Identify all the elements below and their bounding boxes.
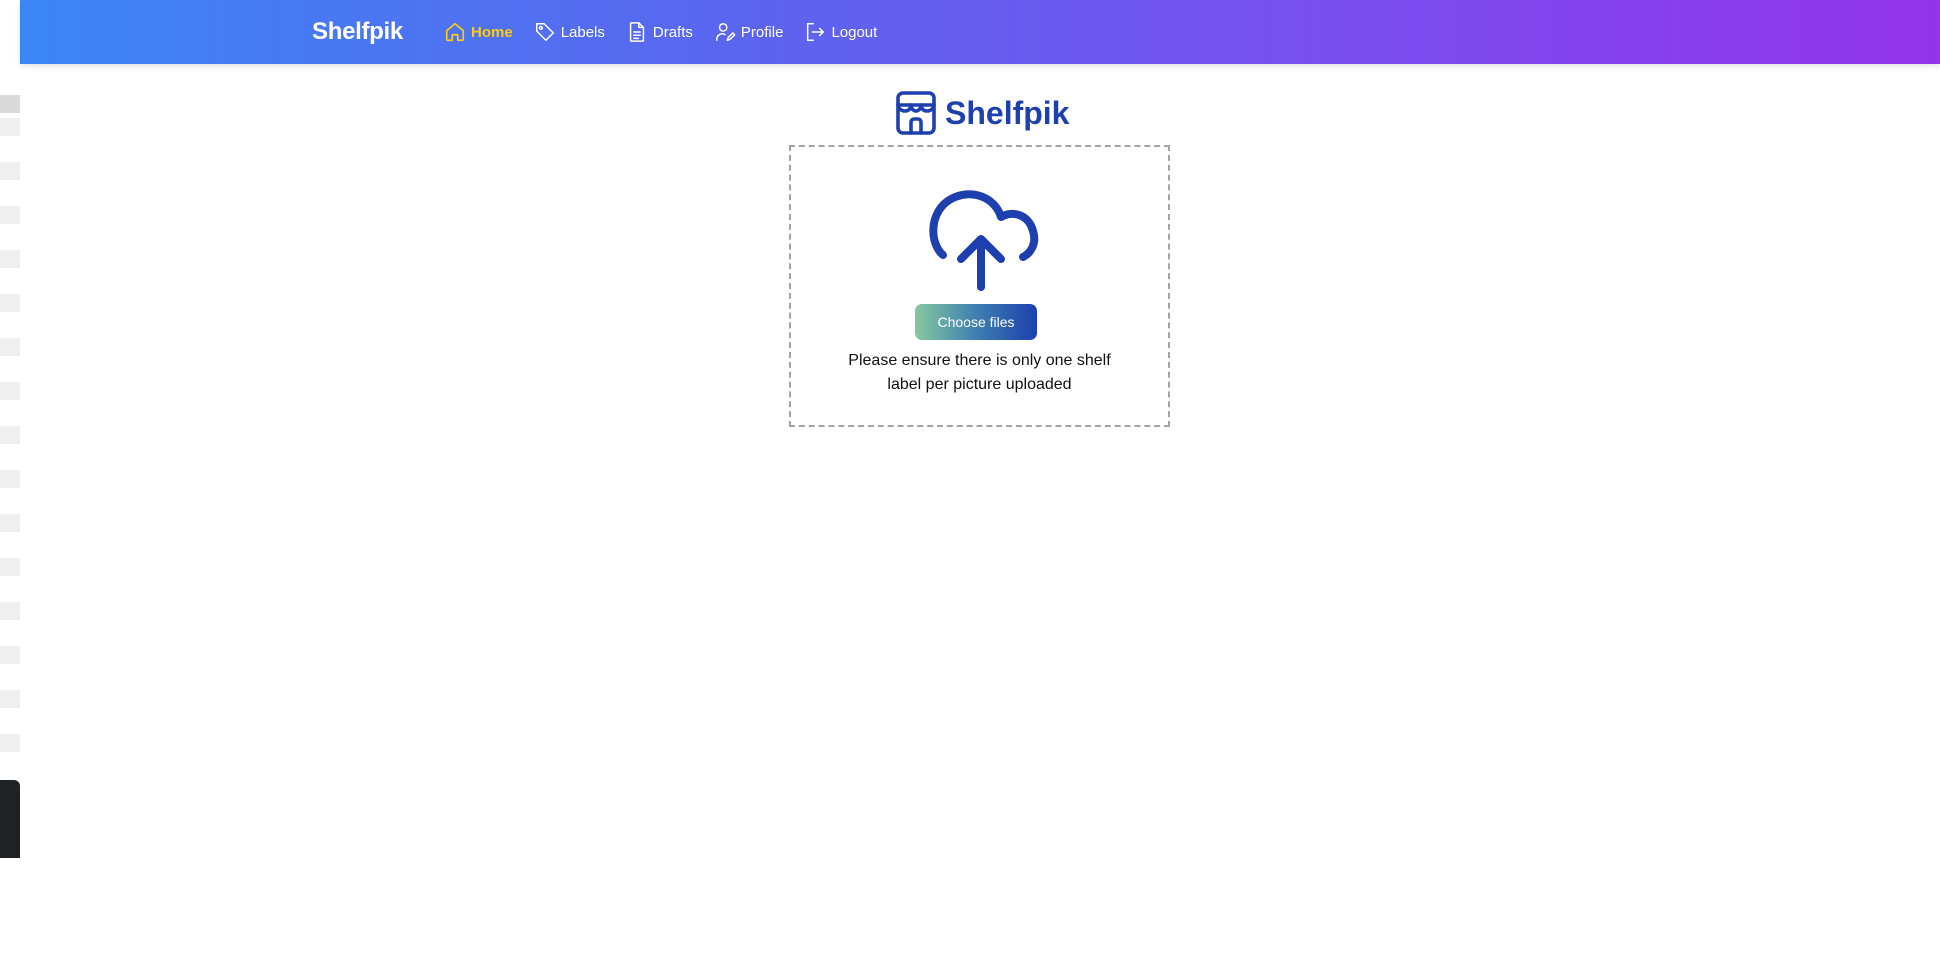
nav-item-labels[interactable]: Labels [534,21,605,43]
logout-icon [807,23,825,41]
top-navigation-bar: Shelfpik Home Labels Drafts Profile Logo… [20,0,1940,64]
side-panel-band [0,734,20,752]
nav-item-profile[interactable]: Profile [714,21,784,43]
home-icon [445,22,465,42]
side-panel-band [0,95,20,113]
side-panel-band [0,118,20,136]
nav-label-logout: Logout [831,23,878,41]
brand-logo-text[interactable]: Shelfpik [312,18,403,46]
tag-icon [535,23,554,41]
nav-item-home[interactable]: Home [444,21,513,43]
upload-dropzone[interactable]: Choose files Please ensure there is only… [789,145,1170,427]
cloud-upload-icon [929,190,1039,291]
side-panel-dark-block [0,780,20,858]
left-side-panel [0,0,20,858]
nav-item-drafts[interactable]: Drafts [626,21,693,43]
nav-label-drafts: Drafts [652,23,693,41]
nav-label-home: Home [471,23,513,41]
side-panel-band [0,162,20,180]
side-panel-band [0,382,20,400]
page-hero: Shelfpik [893,90,1069,136]
store-icon [896,91,936,135]
side-panel-band [0,206,20,224]
side-panel-band [0,514,20,532]
upload-instructions: Please ensure there is only one shelf la… [791,349,1168,397]
nav-item-logout[interactable]: Logout [804,21,877,43]
side-panel-band [0,690,20,708]
nav-label-labels: Labels [560,23,605,41]
nav-label-profile: Profile [740,23,784,41]
side-panel-band [0,470,20,488]
side-panel-band [0,338,20,356]
upload-note-line-1: Please ensure there is only one shelf [848,352,1111,369]
side-panel-band [0,646,20,664]
main-nav: Home Labels Drafts Profile Logout [444,0,898,64]
upload-note-line-2: label per picture uploaded [887,376,1072,393]
side-panel-band [0,558,20,576]
side-panel-band [0,602,20,620]
user-edit-icon [715,23,736,41]
side-panel-band [0,250,20,268]
side-panel-band [0,426,20,444]
choose-files-button[interactable]: Choose files [915,304,1037,340]
side-panel-band [0,294,20,312]
page-title: Shelfpik [945,94,1070,131]
document-icon [629,22,645,42]
